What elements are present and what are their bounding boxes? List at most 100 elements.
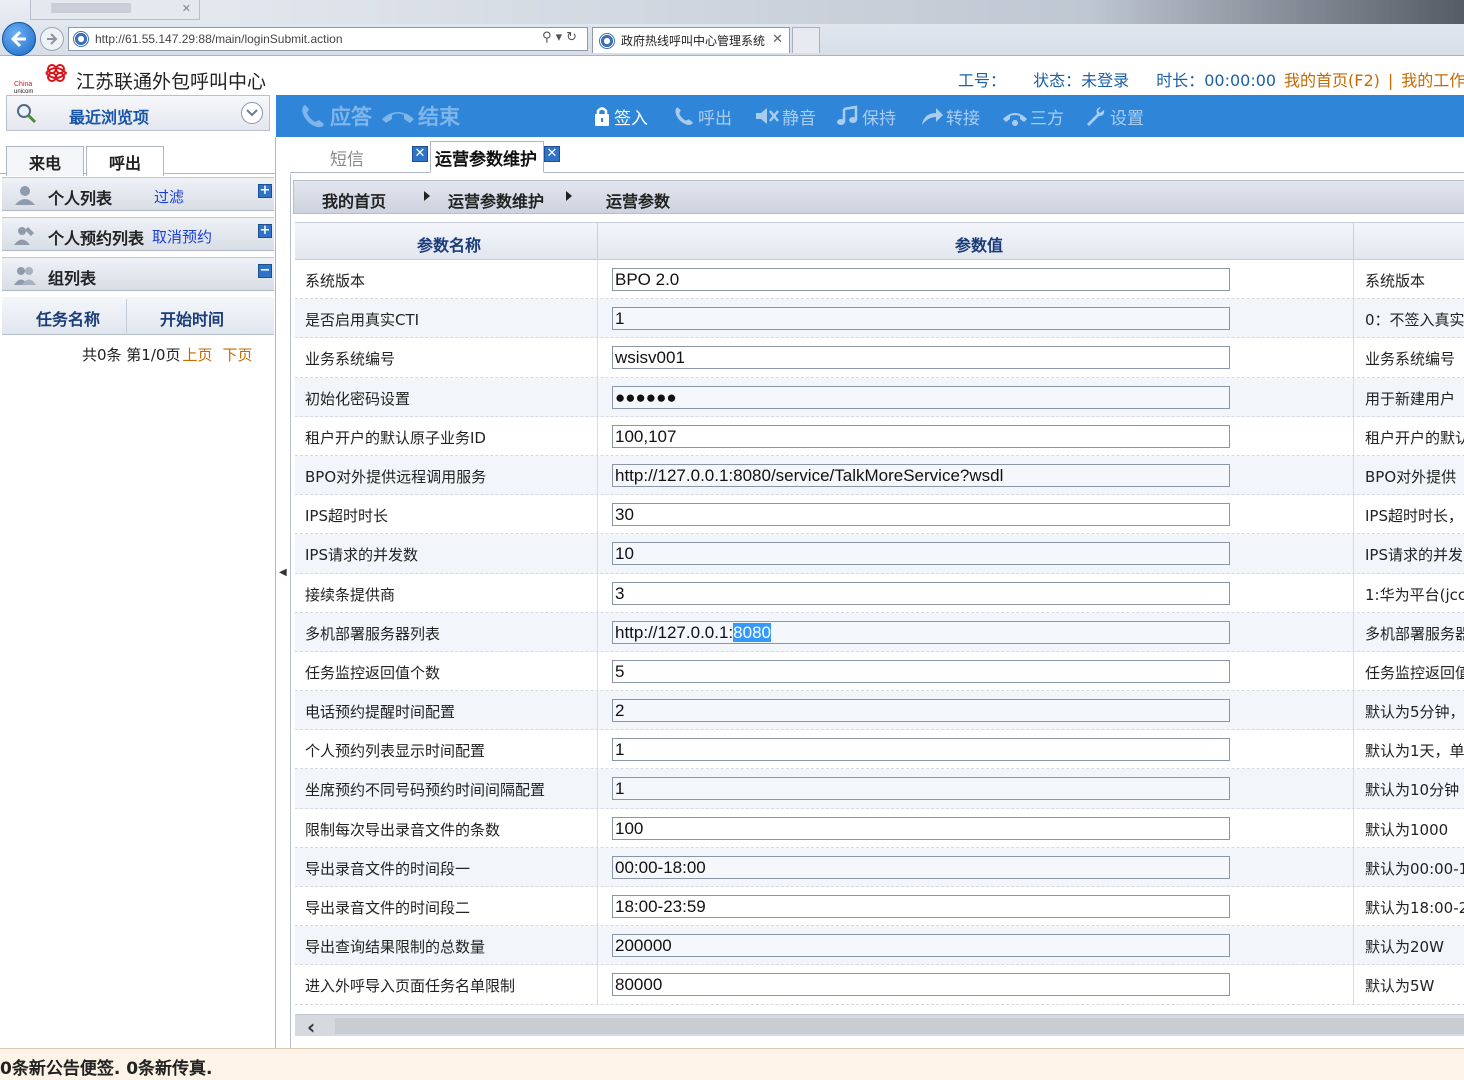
recent-browse-bar[interactable]: 最近浏览项 <box>6 95 270 131</box>
browser-tab-active[interactable]: 政府热线呼叫中心管理系统 ✕ <box>592 27 790 53</box>
param-value-input[interactable]: http://127.0.0.1:8080/service/TalkMoreSe… <box>612 463 1230 487</box>
close-icon[interactable]: ✕ <box>412 146 428 162</box>
param-name: BPO对外提供远程调用服务 <box>305 467 487 486</box>
param-value-input[interactable]: 1 <box>612 777 1230 801</box>
reservation-list-header[interactable]: 个人预约列表 取消预约 + <box>2 217 274 251</box>
breadcrumb-arrow-icon <box>424 191 430 201</box>
tab-incoming[interactable]: 来电 <box>6 146 84 176</box>
param-value-input[interactable]: http://127.0.0.1:8080 <box>612 620 1230 644</box>
column-divider <box>1353 377 1354 416</box>
personal-list-title: 个人列表 <box>48 189 113 208</box>
search-refresh-icons[interactable]: ⚲▾↻ <box>542 30 581 45</box>
breadcrumb-home[interactable]: 我的首页 <box>322 188 386 212</box>
scroll-left-arrow-icon[interactable]: ‹ <box>307 1015 315 1039</box>
column-param-value[interactable]: 参数值 <box>955 232 1003 256</box>
table-row: IPS请求的并发数 10 IPS请求的并发 <box>295 534 1464 574</box>
new-tab-button[interactable] <box>792 27 820 53</box>
param-value-input[interactable]: ●●●●●● <box>612 385 1230 409</box>
tab-ops-params[interactable]: 运营参数维护 <box>430 141 544 173</box>
hold-button[interactable]: 保持 <box>836 95 896 137</box>
horizontal-scrollbar[interactable]: ‹ <box>295 1014 1464 1039</box>
mute-button[interactable]: 静音 <box>754 95 816 137</box>
param-value-input[interactable]: 2 <box>612 699 1230 723</box>
param-value-input[interactable]: 1 <box>612 307 1230 331</box>
forward-button[interactable] <box>40 27 64 51</box>
address-bar[interactable]: http://61.55.147.29:88/main/loginSubmit.… <box>68 27 588 51</box>
collapse-minus-icon[interactable]: − <box>258 264 272 278</box>
close-icon[interactable]: ✕ <box>182 2 191 15</box>
param-value-input[interactable]: 200000 <box>612 934 1230 958</box>
scrollbar-thumb[interactable] <box>335 1018 1464 1034</box>
background-browser-tab[interactable]: ✕ <box>30 0 200 20</box>
next-page-link[interactable]: 下页 <box>222 346 252 364</box>
transfer-button[interactable]: 转接 <box>920 95 980 137</box>
transfer-label: 转接 <box>946 108 980 129</box>
three-way-button[interactable]: 三方 <box>1002 95 1064 137</box>
personal-list-header[interactable]: 个人列表 过滤 + <box>2 177 274 211</box>
table-row: 导出录音文件的时间段二 18:00-23:59 默认为18:00-2 <box>295 887 1464 927</box>
param-value-text: 1 <box>615 779 625 799</box>
param-description: 默认为5W <box>1365 977 1435 996</box>
hangup-button[interactable]: 结束 <box>380 95 460 137</box>
param-value-input[interactable]: wsisv001 <box>612 346 1230 370</box>
param-value-input[interactable]: 18:00-23:59 <box>612 895 1230 918</box>
column-divider <box>1353 455 1354 495</box>
param-value-input[interactable]: 1 <box>612 738 1230 762</box>
recent-browse-label[interactable]: 最近浏览项 <box>69 104 149 128</box>
call-out-button[interactable]: 呼出 <box>672 95 732 137</box>
param-description: 业务系统编号 <box>1365 350 1456 369</box>
settings-button[interactable]: 设置 <box>1084 95 1144 137</box>
param-value-input[interactable]: 5 <box>612 659 1230 683</box>
tab-sms[interactable]: 短信 <box>330 141 364 173</box>
table-row: 业务系统编号 wsisv001 业务系统编号 <box>295 338 1464 378</box>
param-value-input[interactable]: 3 <box>612 581 1230 605</box>
column-divider <box>597 260 598 299</box>
url-text[interactable]: http://61.55.147.29:88/main/loginSubmit.… <box>95 32 343 46</box>
param-description: 默认为10分钟 <box>1365 781 1460 800</box>
close-icon[interactable]: ✕ <box>772 32 783 47</box>
column-start-time[interactable]: 开始时间 <box>160 306 224 330</box>
close-icon[interactable]: ✕ <box>544 146 560 162</box>
table-row: 导出查询结果限制的总数量 200000 默认为20W <box>295 926 1464 966</box>
answer-button[interactable]: 应答 <box>298 95 372 137</box>
tab-outgoing[interactable]: 呼出 <box>86 146 164 176</box>
param-value-input[interactable]: 00:00-18:00 <box>612 855 1230 879</box>
my-work-link[interactable]: 我的工作 <box>1401 71 1464 90</box>
my-home-link[interactable]: 我的首页(F2) <box>1284 71 1380 90</box>
prev-page-link[interactable]: 上页 <box>182 346 212 364</box>
param-value-input[interactable]: 80000 <box>612 973 1230 997</box>
param-value-text: ●●●●●● <box>615 387 677 407</box>
panel-splitter[interactable] <box>277 137 289 1048</box>
param-value-text: BPO 2.0 <box>615 270 680 289</box>
chevron-down-icon[interactable] <box>241 102 263 124</box>
settings-label: 设置 <box>1110 108 1144 129</box>
signin-button[interactable]: 签入 <box>592 95 648 137</box>
param-value-input[interactable]: 100 <box>612 816 1230 840</box>
param-value-text: 00:00-18:00 <box>615 857 706 877</box>
mute-label: 静音 <box>782 108 816 129</box>
column-divider <box>1353 338 1354 377</box>
collapse-left-arrow-icon[interactable]: ◀ <box>279 567 287 578</box>
param-value-input[interactable]: 10 <box>612 542 1230 566</box>
param-value-text: 1 <box>615 740 625 760</box>
column-divider <box>1353 808 1354 847</box>
group-list-header[interactable]: 组列表 − <box>2 257 274 291</box>
cancel-reservation-link[interactable]: 取消预约 <box>152 226 212 247</box>
column-divider <box>597 612 598 651</box>
blurred-top-area <box>200 0 1464 24</box>
param-value-input[interactable]: 100,107 <box>612 424 1230 448</box>
column-param-name[interactable]: 参数名称 <box>417 232 481 256</box>
app-title: 江苏联通外包呼叫中心 <box>76 71 267 93</box>
content-area: 我的首页 运营参数维护 运营参数 参数名称 参数值 系统版本 BPO 2.0 系统版… <box>290 174 1464 1048</box>
filter-link[interactable]: 过滤 <box>154 186 184 207</box>
param-description: 租户开户的默认 <box>1365 428 1464 447</box>
column-task-name[interactable]: 任务名称 <box>36 306 100 330</box>
param-value-input[interactable]: 30 <box>612 503 1230 527</box>
back-button[interactable] <box>2 22 36 56</box>
login-status: 状态：未登录 <box>1033 71 1130 90</box>
param-value-input[interactable]: BPO 2.0 <box>612 268 1230 291</box>
expand-plus-icon[interactable]: + <box>258 184 272 198</box>
expand-plus-icon[interactable]: + <box>258 224 272 238</box>
breadcrumb-ops[interactable]: 运营参数维护 <box>448 188 544 212</box>
param-description: BPO对外提供 <box>1365 467 1457 486</box>
